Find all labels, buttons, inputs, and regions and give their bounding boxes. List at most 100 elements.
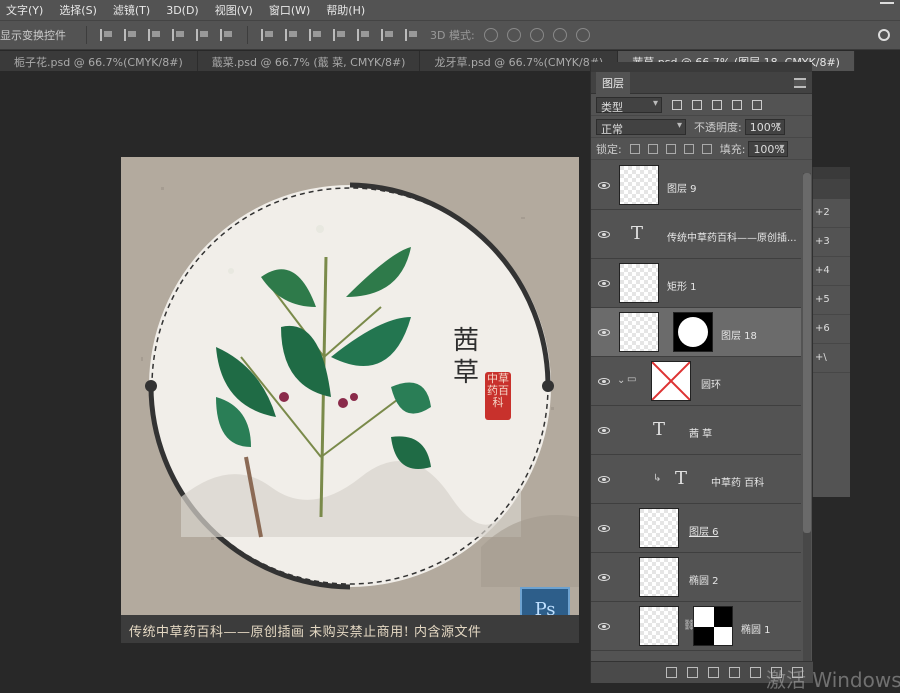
- layer-name[interactable]: 椭圆 1: [741, 621, 771, 636]
- layer-row[interactable]: ⛓ 椭圆 1: [591, 602, 801, 651]
- layer-row[interactable]: T 传统中草药百科——原创插...: [591, 210, 801, 259]
- minimize-icon[interactable]: [880, 2, 894, 16]
- layers-tab[interactable]: 图层: [596, 71, 630, 94]
- layer-name[interactable]: 椭圆 2: [689, 572, 719, 587]
- menu-select[interactable]: 选择(S): [59, 2, 97, 18]
- distribute-vcenter-icon[interactable]: [285, 29, 299, 41]
- fx-icon[interactable]: [687, 667, 698, 678]
- align-top-icon[interactable]: [172, 29, 186, 41]
- slide-3d-icon[interactable]: [552, 28, 567, 42]
- auto-align-icon[interactable]: [405, 29, 419, 41]
- layer-mask-thumbnail[interactable]: [673, 312, 713, 352]
- visibility-eye-icon[interactable]: [598, 279, 610, 287]
- opacity-input[interactable]: 100%: [744, 118, 785, 135]
- tab-gardenia[interactable]: 栀子花.psd @ 66.7%(CMYK/8#): [0, 51, 198, 71]
- lock-label: 锁定:: [596, 142, 622, 156]
- layer-group-row[interactable]: ⌄ ▭ 圆环: [591, 357, 801, 406]
- filter-smart-object-icon[interactable]: [752, 99, 762, 110]
- align-left-icon[interactable]: [100, 29, 114, 41]
- menu-help[interactable]: 帮助(H): [326, 2, 365, 18]
- visibility-eye-icon[interactable]: [598, 328, 610, 336]
- menu-view[interactable]: 视图(V): [215, 2, 253, 18]
- layer-row[interactable]: T 茜 草: [591, 406, 801, 455]
- pan-3d-icon[interactable]: [529, 28, 544, 42]
- layer-name[interactable]: 传统中草药百科——原创插...: [667, 229, 797, 244]
- layer-thumbnail: [639, 557, 679, 597]
- filter-adjustment-icon[interactable]: [692, 99, 702, 110]
- lock-position-icon[interactable]: [665, 143, 676, 154]
- lock-transparent-icon[interactable]: [629, 143, 640, 154]
- lock-image-icon[interactable]: [647, 143, 658, 154]
- layer-thumbnail: [639, 508, 679, 548]
- layer-name[interactable]: 图层 6: [689, 523, 719, 538]
- distribute-left-icon[interactable]: [333, 29, 347, 41]
- visibility-eye-icon[interactable]: [598, 622, 610, 630]
- align-vcenter-icon[interactable]: [196, 29, 210, 41]
- layer-name[interactable]: 圆环: [701, 376, 721, 391]
- layer-name[interactable]: 中草药 百科: [711, 474, 764, 489]
- layer-name[interactable]: 图层 18: [721, 327, 757, 342]
- scrollbar-thumb[interactable]: [803, 173, 811, 533]
- filter-shape-icon[interactable]: [732, 99, 742, 110]
- tab-houttuynia[interactable]: 蕺菜.psd @ 66.7% (蕺 菜, CMYK/8#): [197, 51, 421, 71]
- action-item[interactable]: +5: [813, 286, 850, 315]
- layers-scrollbar[interactable]: [803, 173, 811, 673]
- layer-row[interactable]: 图层 9: [591, 161, 801, 210]
- action-item[interactable]: +6: [813, 315, 850, 344]
- layer-row[interactable]: 图层 6: [591, 504, 801, 553]
- layer-row[interactable]: 矩形 1: [591, 259, 801, 308]
- filter-type-select[interactable]: 类型: [596, 96, 662, 114]
- distribute-top-icon[interactable]: [261, 29, 275, 41]
- visibility-eye-icon[interactable]: [598, 573, 610, 581]
- expand-chevron-icon[interactable]: ⌄: [617, 375, 625, 386]
- roll-3d-icon[interactable]: [506, 28, 521, 42]
- align-right-icon[interactable]: [148, 29, 162, 41]
- action-item[interactable]: +\: [813, 344, 850, 373]
- berry: [279, 392, 289, 402]
- fill-input[interactable]: 100%: [748, 140, 789, 157]
- visibility-eye-icon[interactable]: [598, 524, 610, 532]
- visibility-eye-icon[interactable]: [598, 426, 610, 434]
- layer-name[interactable]: 矩形 1: [667, 278, 697, 293]
- visibility-eye-icon[interactable]: [598, 475, 610, 483]
- distribute-bottom-icon[interactable]: [309, 29, 323, 41]
- new-group-icon[interactable]: [750, 667, 761, 678]
- layer-row[interactable]: ↳ T 中草药 百科: [591, 455, 801, 504]
- visibility-eye-icon[interactable]: [598, 230, 610, 238]
- action-item[interactable]: +4: [813, 257, 850, 286]
- menu-3d[interactable]: 3D(D): [166, 4, 199, 17]
- filter-text-icon[interactable]: [712, 99, 722, 110]
- scale-3d-icon[interactable]: [575, 28, 590, 42]
- layer-thumbnail: [639, 606, 679, 646]
- distribute-hcenter-icon[interactable]: [357, 29, 371, 41]
- align-hcenter-icon[interactable]: [124, 29, 138, 41]
- align-bottom-icon[interactable]: [220, 29, 234, 41]
- visibility-eye-icon[interactable]: [598, 181, 610, 189]
- add-mask-icon[interactable]: [708, 667, 719, 678]
- blend-mode-select[interactable]: 正常: [596, 118, 686, 136]
- document-canvas[interactable]: 茜 草 中草药百科 Ps 传统中草药百科——原创插画 未购买禁止商用! 内含源文…: [121, 157, 579, 643]
- show-transform-controls-label[interactable]: 显示变换控件: [0, 27, 66, 43]
- menu-filter[interactable]: 滤镜(T): [113, 2, 150, 18]
- layer-name[interactable]: 图层 9: [667, 180, 697, 195]
- visibility-eye-icon[interactable]: [598, 377, 610, 385]
- layer-row-selected[interactable]: 图层 18: [591, 308, 801, 357]
- group-mask-thumbnail[interactable]: [651, 361, 691, 401]
- layer-name[interactable]: 茜 草: [689, 425, 712, 440]
- menu-type[interactable]: 文字(Y): [6, 2, 43, 18]
- action-item[interactable]: +3: [813, 228, 850, 257]
- adjustment-layer-icon[interactable]: [729, 667, 740, 678]
- tab-agrimony[interactable]: 龙牙草.psd @ 66.7%(CMYK/8#): [420, 51, 619, 71]
- action-item[interactable]: +2: [813, 199, 850, 228]
- layer-mask-thumbnail[interactable]: [693, 606, 733, 646]
- panel-menu-icon[interactable]: [794, 77, 806, 88]
- filter-pixel-icon[interactable]: [672, 99, 682, 110]
- lock-artboard-icon[interactable]: [683, 143, 694, 154]
- distribute-right-icon[interactable]: [381, 29, 395, 41]
- search-icon[interactable]: [878, 29, 890, 41]
- lock-all-icon[interactable]: [701, 143, 712, 154]
- orbit-3d-icon[interactable]: [483, 28, 498, 42]
- menu-window[interactable]: 窗口(W): [269, 2, 310, 18]
- link-layers-icon[interactable]: [666, 667, 677, 678]
- layer-row[interactable]: 椭圆 2: [591, 553, 801, 602]
